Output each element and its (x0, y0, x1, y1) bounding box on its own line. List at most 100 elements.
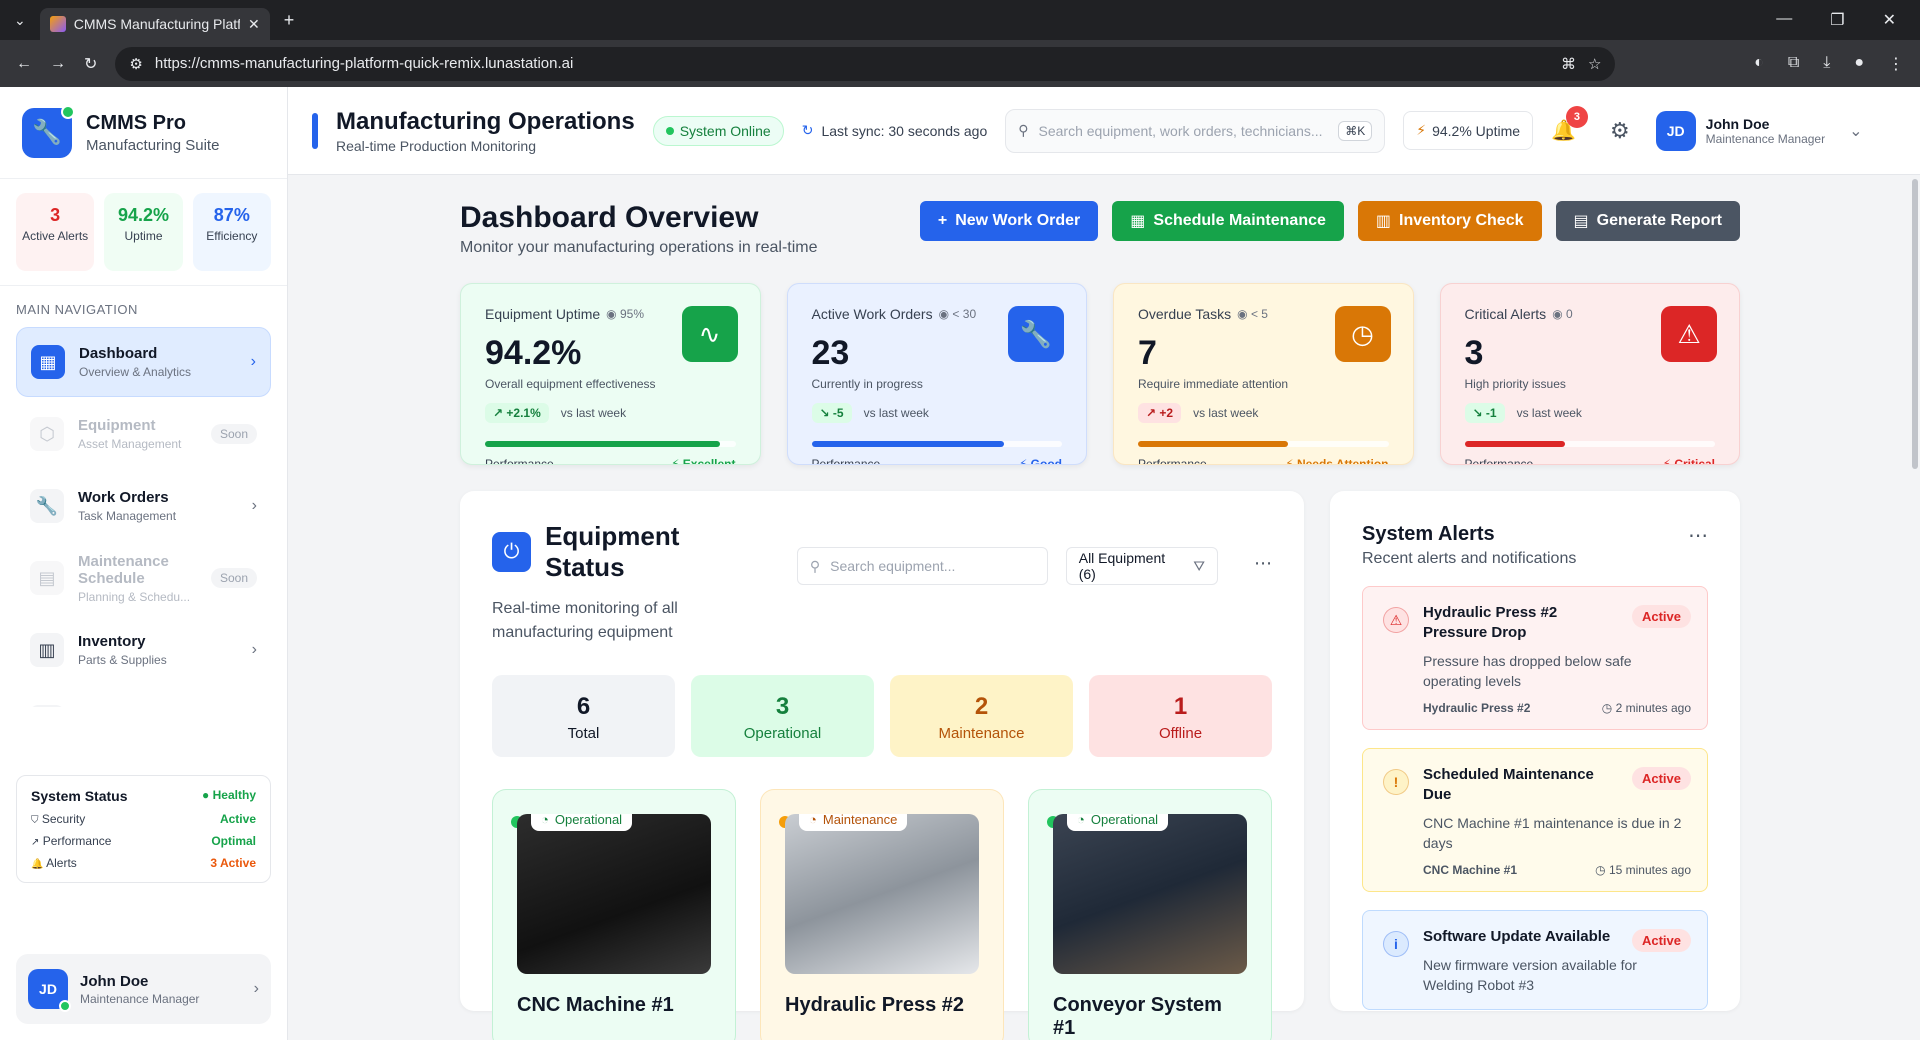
scrollbar[interactable] (1912, 179, 1918, 469)
tab-list-icon[interactable]: ⌄ (14, 12, 26, 29)
schedule-maintenance-button[interactable]: ▦ Schedule Maintenance (1112, 201, 1344, 241)
status-count-total[interactable]: 6 Total (492, 675, 675, 757)
profile-icon[interactable]: ● (1854, 54, 1864, 74)
perf-rating: ⚡ Excellent (671, 457, 736, 465)
stat-value: 87% (213, 205, 250, 225)
filter-label: All Equipment (6) (1078, 550, 1166, 582)
sidebar: 🔧 CMMS Pro Manufacturing Suite 3 Active A… (0, 87, 288, 1040)
perf-label: Performance (1464, 457, 1534, 465)
system-alerts-panel: System Alerts Recent alerts and notifica… (1330, 491, 1740, 1011)
more-options-icon[interactable]: ⋯ (1254, 553, 1272, 574)
new-work-order-button[interactable]: + New Work Order (919, 201, 1099, 241)
extensions-puzzle-icon[interactable]: ⧉ (1788, 54, 1799, 74)
quick-actions: + New Work Order ▦ Schedule Maintenance ▥ Inv… (919, 201, 1740, 241)
status-tag: ◔ Operational (1067, 814, 1169, 831)
sidebar-item-equipment[interactable]: ⬡ Equipment Asset Management Soon (16, 399, 271, 469)
alert-item[interactable]: ⚠ Hydraulic Press #2 Pressure Drop Activ… (1362, 586, 1708, 730)
clock-icon: ◷ (1334, 306, 1391, 362)
status-label: Alerts (46, 856, 77, 870)
extension-icon[interactable]: ◐ (1754, 54, 1764, 74)
search-icon: ⚲ (1018, 122, 1029, 138)
close-tab-icon[interactable]: ✕ (248, 16, 260, 33)
equipment-filter-dropdown[interactable]: All Equipment (6) ⛛ (1065, 547, 1218, 585)
search-placeholder: Search equipment... (830, 558, 956, 574)
status-count-maintenance[interactable]: 2 Maintenance (890, 675, 1073, 757)
button-label: Inventory Check (1399, 212, 1524, 229)
kpi-card[interactable]: Overdue Tasks ◉ < 5 7 Require immediate a… (1113, 283, 1414, 465)
stat-value: 94.2% (117, 205, 170, 225)
calendar-icon: ▤ (30, 561, 64, 595)
user-name: John Doe (80, 972, 149, 990)
status-dot (665, 126, 674, 135)
back-icon[interactable]: ← (16, 55, 32, 73)
avatar: JD (1655, 110, 1696, 151)
close-window-icon[interactable]: ✕ (1883, 10, 1896, 30)
equipment-search-input[interactable]: ⚲ Search equipment... (796, 547, 1048, 585)
search-icon: ⚲ (809, 557, 821, 574)
browser-tabstrip: ⌄ CMMS Manufacturing Platform ✕ + — ❐ ✕ (0, 0, 1920, 40)
forward-icon[interactable]: → (50, 55, 66, 73)
kpi-card[interactable]: Active Work Orders ◉ < 30 23 Currently in… (786, 283, 1087, 465)
status-label: Security (41, 812, 86, 826)
notifications-bell-icon[interactable]: 🔔 3 (1551, 106, 1588, 143)
header-user-menu[interactable]: JD John Doe Maintenance Manager ⌄ (1655, 110, 1863, 151)
site-info-icon[interactable]: ⚙ (129, 55, 142, 73)
inventory-check-button[interactable]: ▥ Inventory Check (1357, 201, 1542, 241)
more-options-icon[interactable]: ⋯ (1688, 523, 1708, 548)
downloads-icon[interactable]: ⤓ (1823, 54, 1830, 74)
brand-name: CMMS Pro (86, 111, 186, 134)
grid-icon: ▦ (31, 345, 65, 379)
generate-report-button[interactable]: ▤ Generate Report (1555, 201, 1740, 241)
equipment-card[interactable]: ◔ Operational CNC Machine #1 (492, 789, 736, 1040)
global-search-input[interactable]: ⚲ Search equipment, work orders, technic… (1005, 108, 1386, 153)
reload-icon[interactable]: ↻ (84, 54, 97, 74)
browser-menu-icon[interactable]: ⋮ (1888, 54, 1904, 74)
kpi-card[interactable]: Critical Alerts ◉ 0 3 High priority issue… (1439, 283, 1740, 465)
equipment-photo: ◔ Operational (517, 814, 711, 974)
equipment-photo: ◔ Maintenance (785, 814, 979, 974)
refresh-icon[interactable]: ↻ (802, 122, 814, 139)
document-icon: ▤ (30, 705, 64, 707)
page-subtitle: Real-time Production Monitoring (336, 137, 536, 154)
nav-item-title: Work Orders (78, 489, 169, 506)
status-count-operational[interactable]: 3 Operational (691, 675, 874, 757)
sidebar-stat: 87% Efficiency (192, 193, 271, 271)
avatar: JD (28, 969, 71, 1012)
status-label: Performance (42, 834, 112, 848)
sidebar-user-card[interactable]: JD John Doe Maintenance Manager › (16, 954, 271, 1024)
sidebar-item-dashboard[interactable]: ▦ Dashboard Overview & Analytics › (16, 327, 271, 397)
alert-source: Hydraulic Press #2 (1423, 701, 1531, 715)
equipment-name: CNC Machine #1 (517, 994, 674, 1016)
kpi-progress-fill (811, 441, 1005, 447)
kpi-card[interactable]: Equipment Uptime ◉ 95% 94.2% Overall equi… (460, 283, 761, 465)
minimize-icon[interactable]: — (1776, 10, 1792, 30)
kpi-threshold: ◉ 0 (1552, 307, 1573, 321)
status-count-offline[interactable]: 1 Offline (1089, 675, 1272, 757)
main-navigation: ▦ Dashboard Overview & Analytics › ⬡ Equip… (0, 327, 287, 707)
settings-gear-icon[interactable]: ⚙ (1610, 118, 1630, 144)
sidebar-item-work-orders[interactable]: 🔧 Work Orders Task Management › (16, 471, 271, 541)
alert-item[interactable]: i Software Update Available Active New f… (1362, 910, 1708, 1010)
browser-tab[interactable]: CMMS Manufacturing Platform ✕ (39, 8, 270, 40)
url-bar[interactable]: ⚙ https://cmms-manufacturing-platform-qu… (115, 46, 1616, 81)
kpi-threshold: ◉ 95% (606, 307, 645, 321)
sidebar-item-inventory[interactable]: ▥ Inventory Parts & Supplies › (16, 615, 271, 685)
status-value: Active (219, 812, 256, 826)
sidebar-stat: 3 Active Alerts (16, 193, 95, 271)
brand-subtitle: Manufacturing Suite (86, 136, 220, 154)
search-placeholder: Search equipment, work orders, technicia… (1038, 122, 1323, 139)
equipment-card[interactable]: ◔ Maintenance Hydraulic Press #2 (760, 789, 1004, 1040)
perf-label: Performance (811, 457, 881, 465)
bookmark-star-icon[interactable]: ☆ (1588, 55, 1601, 73)
alert-item[interactable]: ! Scheduled Maintenance Due Active CNC M… (1362, 748, 1708, 892)
kpi-progress-bar (1138, 441, 1389, 447)
sidebar-item-maintenance-schedule[interactable]: ▤ Maintenance Schedule Planning & Schedu.… (16, 543, 271, 613)
kpi-threshold: ◉ < 5 (1237, 307, 1268, 321)
warning-icon: ⚠ (1383, 607, 1409, 633)
restore-icon[interactable]: ❐ (1830, 10, 1844, 30)
equipment-card[interactable]: ◔ Operational Conveyor System #1 (1028, 789, 1272, 1040)
sidebar-item-repair-dossiers[interactable]: ▤ Repair DossiersRepair Work R... › (16, 687, 271, 707)
translate-icon[interactable]: ⌘ (1561, 55, 1576, 73)
system-online-badge: System Online (652, 115, 784, 146)
new-tab-icon[interactable]: + (284, 10, 295, 31)
